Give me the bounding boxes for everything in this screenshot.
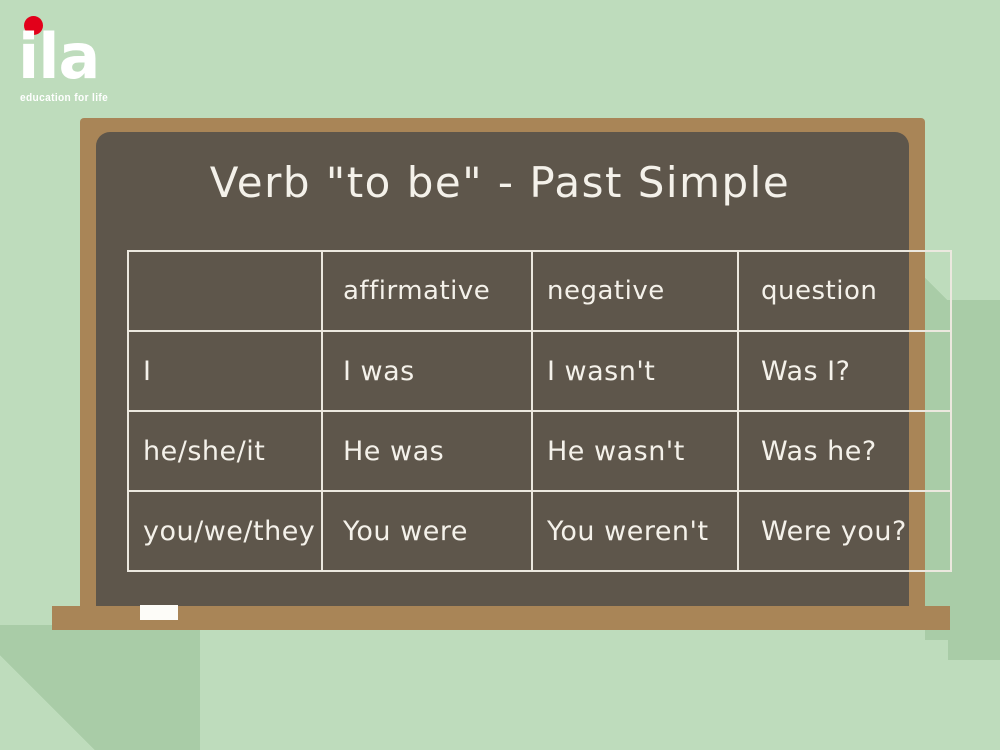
logo-wordmark: ila bbox=[18, 20, 100, 93]
cell-question: Were you? bbox=[737, 490, 952, 572]
cell-negative: I wasn't bbox=[531, 330, 739, 412]
table-header-row: affirmative negative question bbox=[127, 250, 952, 332]
page-title: Verb "to be" - Past Simple bbox=[209, 158, 791, 207]
column-header-question: question bbox=[737, 250, 952, 332]
cell-negative: You weren't bbox=[531, 490, 739, 572]
column-header-negative: negative bbox=[531, 250, 739, 332]
cell-affirmative: I was bbox=[321, 330, 533, 412]
logo-tagline: education for life bbox=[20, 92, 109, 104]
cell-question: Was I? bbox=[737, 330, 952, 412]
ledge-shadow-right bbox=[948, 600, 1000, 660]
poster-canvas: ila education for life Verb "to be" - Pa… bbox=[0, 0, 1000, 750]
column-header-person bbox=[127, 250, 323, 332]
chalk-ledge bbox=[52, 606, 950, 630]
ledge-shadow-left bbox=[0, 625, 200, 750]
cell-person: I bbox=[127, 330, 323, 412]
cell-affirmative: You were bbox=[321, 490, 533, 572]
cell-negative: He wasn't bbox=[531, 410, 739, 492]
table-row: he/she/it He was He wasn't Was he? bbox=[127, 410, 952, 492]
chalk-stick bbox=[140, 605, 178, 620]
cell-person: you/we/they bbox=[127, 490, 323, 572]
ila-logo: ila education for life bbox=[18, 14, 148, 106]
cell-question: Was he? bbox=[737, 410, 952, 492]
table-row: you/we/they You were You weren't Were yo… bbox=[127, 490, 952, 572]
column-header-affirmative: affirmative bbox=[321, 250, 533, 332]
verb-conjugation-table: affirmative negative question I I was I … bbox=[127, 250, 952, 572]
table-row: I I was I wasn't Was I? bbox=[127, 330, 952, 412]
cell-person: he/she/it bbox=[127, 410, 323, 492]
cell-affirmative: He was bbox=[321, 410, 533, 492]
